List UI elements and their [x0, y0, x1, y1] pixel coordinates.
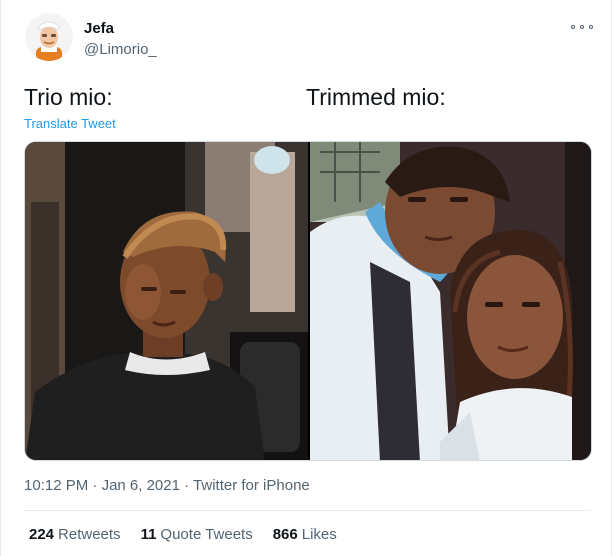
quote-tweets-stat[interactable]: 11 Quote Tweets [141, 526, 253, 543]
tweet-date[interactable]: Jan 6, 2021 [102, 477, 180, 494]
likes-label: Likes [301, 526, 337, 543]
more-options-icon[interactable] [571, 20, 593, 34]
avatar[interactable] [25, 13, 73, 61]
translate-tweet-link[interactable]: Translate Tweet [24, 116, 116, 131]
author-handle[interactable]: @Limorio_ [84, 41, 157, 58]
tweet-timestamp: 10:12 PM · Jan 6, 2021 · Twitter for iPh… [24, 477, 310, 494]
tweet-stats: 224 Retweets 11 Quote Tweets 866 Likes [29, 526, 337, 543]
likes-stat[interactable]: 866 Likes [273, 526, 337, 543]
dot-icon [571, 25, 575, 29]
tweet-text-left: Trio mio: [24, 84, 113, 110]
likes-count: 866 [272, 526, 298, 543]
retweets-count: 224 [29, 526, 55, 543]
tweet-text-right: Trimmed mio: [306, 84, 446, 110]
photo-selfie[interactable] [310, 142, 591, 460]
meta-separator: · [92, 477, 98, 494]
tweet-source[interactable]: Twitter for iPhone [193, 477, 310, 494]
author-name[interactable]: Jefa [84, 20, 114, 37]
meta-separator: · [184, 477, 190, 494]
dot-icon [580, 25, 584, 29]
tweet-card: Jefa @Limorio_ Trio mio: Trimmed mio: Tr… [0, 0, 612, 556]
tweet-time[interactable]: 10:12 PM [24, 477, 88, 494]
retweets-stat[interactable]: 224 Retweets [29, 526, 121, 543]
photo-barber[interactable] [25, 142, 308, 460]
media-grid [24, 141, 592, 461]
retweets-label: Retweets [58, 526, 121, 543]
quote-tweets-count: 11 [140, 526, 157, 543]
divider [24, 510, 591, 511]
quote-tweets-label: Quote Tweets [160, 526, 253, 543]
dot-icon [589, 25, 593, 29]
